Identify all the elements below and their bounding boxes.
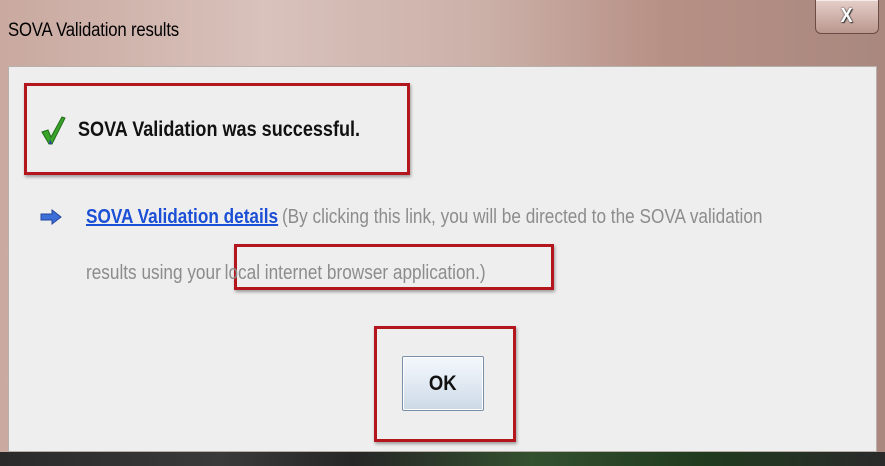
details-browser-text: local internet browser application.): [224, 261, 486, 284]
details-link[interactable]: SOVA Validation details: [86, 206, 278, 228]
details-description: (By clicking this link, you will be dire…: [281, 205, 763, 228]
title-bar[interactable]: SOVA Validation results X: [0, 0, 885, 62]
dialog-window: SOVA Validation results X SOVA Validatio…: [0, 0, 885, 466]
success-message: SOVA Validation was successful.: [78, 118, 361, 141]
arrow-right-icon: [40, 209, 62, 225]
check-icon: [41, 116, 66, 145]
close-button[interactable]: X: [815, 0, 879, 34]
ok-button[interactable]: OK: [402, 356, 484, 411]
details-line-2: results using your local internet browse…: [86, 258, 551, 288]
success-row: SOVA Validation was successful.: [40, 110, 406, 150]
details-description-continued: results using your: [86, 261, 221, 284]
ok-button-label: OK: [429, 371, 457, 395]
taskbar-background: [0, 452, 885, 466]
window-title: SOVA Validation results: [8, 20, 179, 41]
details-line-1: SOVA Validation details (By clicking thi…: [40, 202, 873, 232]
close-icon: X: [840, 5, 854, 27]
